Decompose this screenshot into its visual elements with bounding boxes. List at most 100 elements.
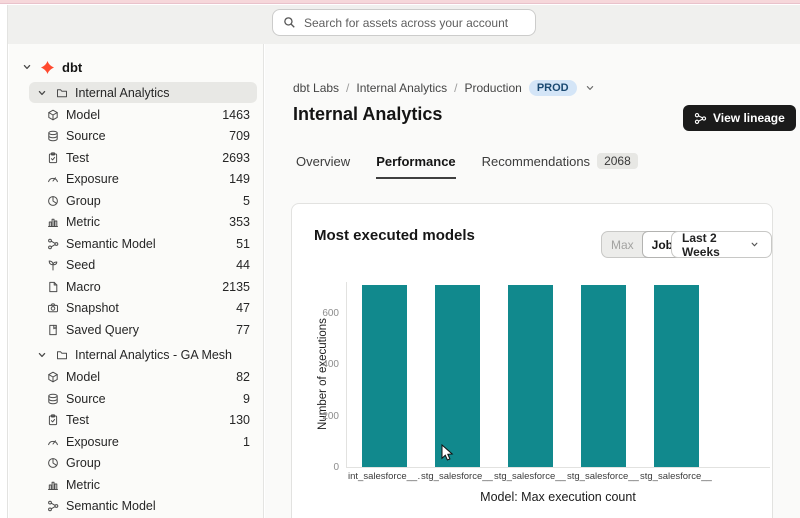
breadcrumb-separator: / <box>454 81 457 95</box>
date-range-select[interactable]: Last 2 Weeks <box>671 231 772 258</box>
sidebar-root-dbt[interactable]: dbt <box>9 56 263 78</box>
item-count: 82 <box>236 370 250 384</box>
search-icon <box>283 16 296 29</box>
sidebar-item-source[interactable]: Source 9 <box>9 388 263 410</box>
view-lineage-label: View lineage <box>713 111 785 125</box>
tab-badge: 2068 <box>597 153 638 169</box>
test-icon <box>46 151 59 164</box>
mouse-cursor <box>441 444 457 462</box>
tab-label: Recommendations <box>482 154 590 169</box>
view-lineage-button[interactable]: View lineage <box>683 105 796 131</box>
bar-int-salesforce-0[interactable] <box>362 285 407 467</box>
item-label: Macro <box>66 280 101 294</box>
sidebar-item-test[interactable]: Test2693 <box>9 147 263 169</box>
chevron-down-icon[interactable] <box>584 82 597 95</box>
item-count: 709 <box>229 129 250 143</box>
metric-icon <box>46 478 59 491</box>
sidebar-item-snapshot[interactable]: Snapshot 47 <box>9 298 263 320</box>
sidebar-item-group[interactable]: Group 5 <box>9 190 263 212</box>
group-icon <box>46 457 59 470</box>
main-panel: dbt Labs / Internal Analytics / Producti… <box>265 44 800 518</box>
x-axis-title: Model: Max execution count <box>346 490 770 504</box>
item-label: Source <box>66 392 106 406</box>
global-search[interactable] <box>272 9 536 36</box>
tab-overview[interactable]: Overview <box>296 153 350 179</box>
window-gutter <box>0 5 8 518</box>
semantic-model-icon <box>46 237 59 250</box>
item-label: Group <box>66 194 101 208</box>
item-label: Seed <box>66 258 95 272</box>
sidebar-item-saved-query[interactable]: Saved Query77 <box>9 319 263 341</box>
y-tick-label: 400 <box>305 359 339 370</box>
item-count: 1463 <box>222 108 250 122</box>
lineage-icon <box>694 112 707 125</box>
item-count: 5 <box>243 194 250 208</box>
folder-icon <box>55 86 68 99</box>
item-count: 130 <box>229 413 250 427</box>
breadcrumb-item-environment[interactable]: Production <box>464 81 521 95</box>
seed-icon <box>46 259 59 272</box>
saved-query-icon <box>46 323 59 336</box>
item-label: Semantic Model <box>66 499 156 513</box>
chevron-down-icon[interactable] <box>20 61 33 74</box>
item-label: Snapshot <box>66 301 119 315</box>
x-tick-label: stg_salesforce__… <box>494 471 566 482</box>
x-axis-line <box>346 467 770 468</box>
chevron-down-icon <box>35 349 48 362</box>
sidebar-item-model[interactable]: Model82 <box>9 367 263 389</box>
tab-performance[interactable]: Performance <box>376 153 455 179</box>
item-label: Test <box>66 413 89 427</box>
sidebar-item-seed[interactable]: Seed44 <box>9 255 263 277</box>
breadcrumb-item-account[interactable]: dbt Labs <box>293 81 339 95</box>
page-title: Internal Analytics <box>293 104 442 125</box>
tab-label: Performance <box>376 154 455 169</box>
sidebar-item-semantic-model[interactable]: Semantic Model <box>9 496 263 518</box>
sidebar-item-semantic-model[interactable]: Semantic Model51 <box>9 233 263 255</box>
sidebar-item-group[interactable]: Group <box>9 453 263 475</box>
folder-label: Internal Analytics - GA Mesh <box>75 348 232 362</box>
bar-stg-salesforce-4[interactable] <box>654 285 699 467</box>
source-icon <box>46 392 59 405</box>
x-tick-label: int_salesforce__… <box>348 471 420 482</box>
test-icon <box>46 414 59 427</box>
bar-stg-salesforce-1[interactable] <box>435 285 480 467</box>
sidebar-item-macro[interactable]: Macro 2135 <box>9 276 263 298</box>
metric-icon <box>46 216 59 229</box>
item-count: 2135 <box>222 280 250 294</box>
group-icon <box>46 194 59 207</box>
sidebar-item-exposure[interactable]: Exposure149 <box>9 169 263 191</box>
y-axis-line <box>346 282 347 467</box>
search-input[interactable] <box>304 16 525 30</box>
item-count: 1 <box>243 435 250 449</box>
sidebar-item-model[interactable]: Model 1463 <box>9 104 263 126</box>
semantic-model-icon <box>46 500 59 513</box>
bar-stg-salesforce-2[interactable] <box>508 285 553 467</box>
item-label: Model <box>66 108 100 122</box>
item-count: 47 <box>236 301 250 315</box>
item-label: Saved Query <box>66 323 139 337</box>
folder-label: Internal Analytics <box>75 86 170 100</box>
prod-badge[interactable]: PROD <box>529 80 577 96</box>
breadcrumb-separator: / <box>346 81 349 95</box>
sidebar-folder-internal-analytics[interactable]: Internal Analytics <box>29 82 257 103</box>
sidebar-folder-internal-analytics-ga-mesh[interactable]: Internal Analytics - GA Mesh <box>29 345 257 366</box>
model-icon <box>46 371 59 384</box>
item-label: Exposure <box>66 435 119 449</box>
dbt-logo-icon <box>41 61 54 74</box>
x-tick-label: stg_salesforce__… <box>567 471 639 482</box>
snapshot-icon <box>46 302 59 315</box>
sidebar-item-metric[interactable]: Metric353 <box>9 212 263 234</box>
sidebar-item-metric[interactable]: Metric <box>9 474 263 496</box>
sidebar-item-source[interactable]: Source709 <box>9 126 263 148</box>
chevron-down-icon <box>748 238 761 251</box>
sidebar-root-label: dbt <box>62 60 82 75</box>
chart-card: Most executed models MaxJob Last 2 Weeks… <box>291 203 773 518</box>
sidebar-item-exposure[interactable]: Exposure 1 <box>9 431 263 453</box>
tab-recommendations[interactable]: Recommendations 2068 <box>482 153 638 179</box>
bar-stg-salesforce-3[interactable] <box>581 285 626 467</box>
toggle-option-max[interactable]: Max <box>602 232 643 257</box>
item-label: Semantic Model <box>66 237 156 251</box>
sidebar-item-test[interactable]: Test 130 <box>9 410 263 432</box>
breadcrumb-item-project[interactable]: Internal Analytics <box>356 81 447 95</box>
item-count: 9 <box>243 392 250 406</box>
